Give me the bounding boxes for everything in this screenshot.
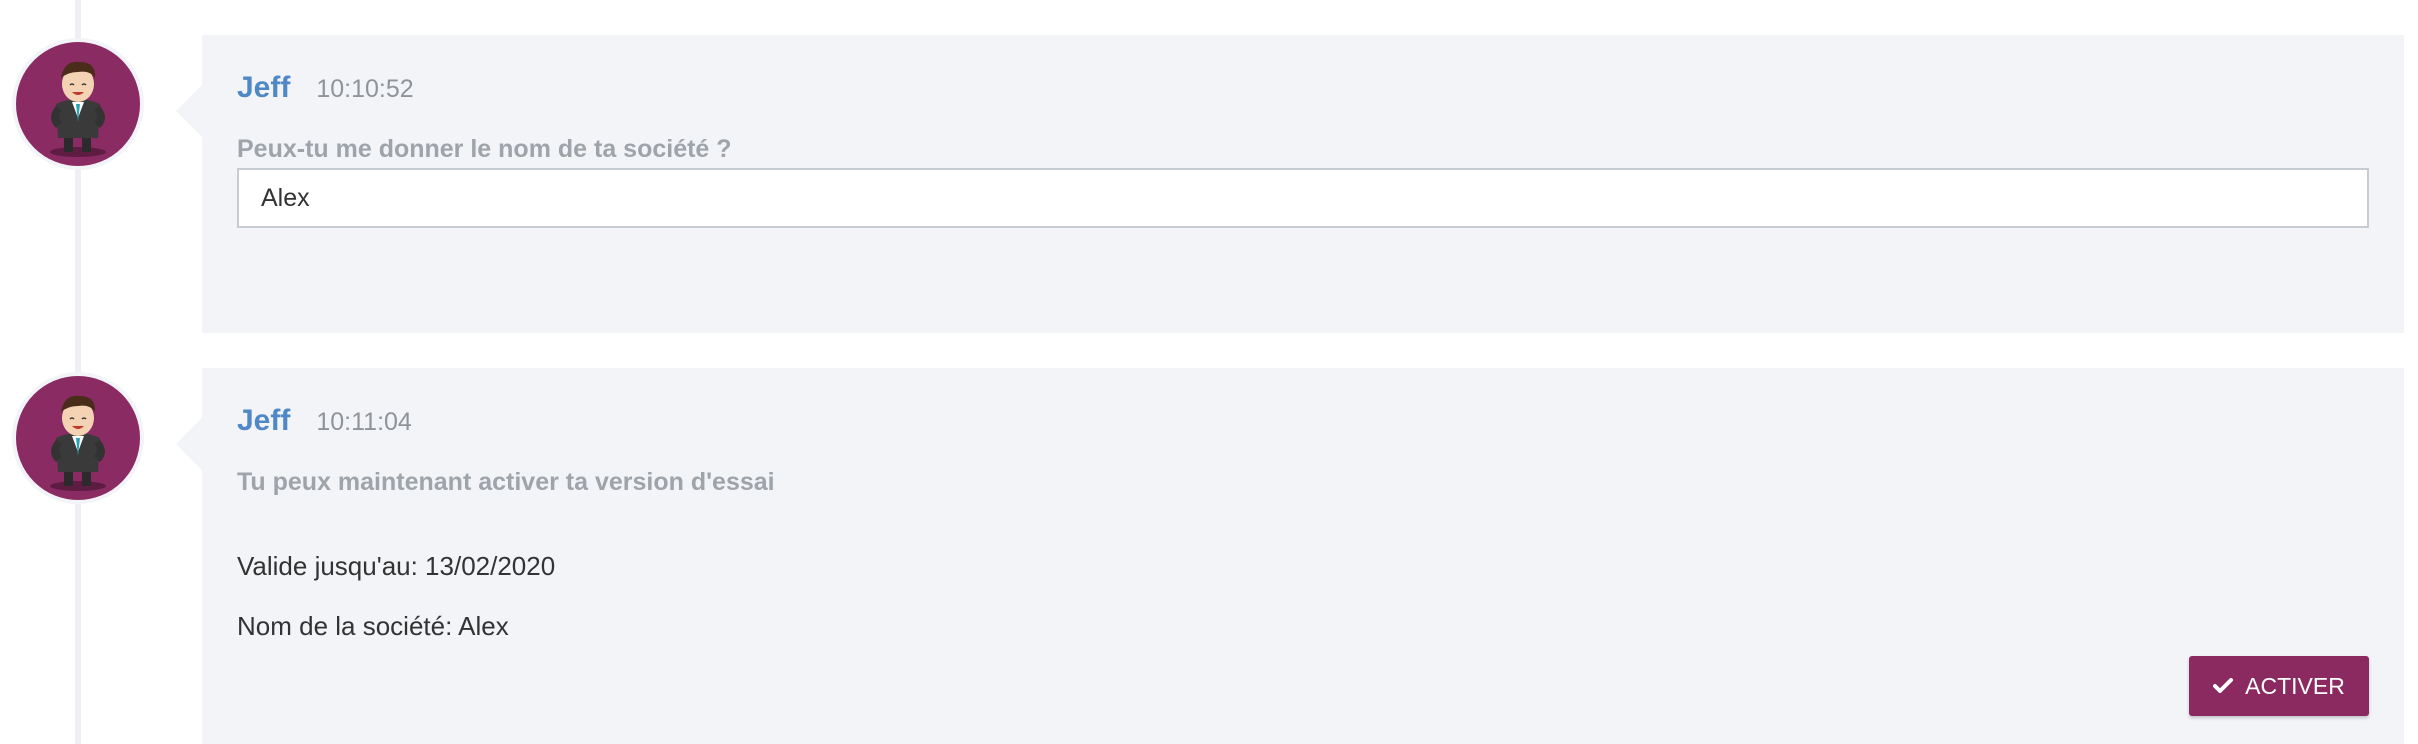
avatar xyxy=(12,372,144,504)
activate-button[interactable]: ACTIVER xyxy=(2189,656,2369,716)
question-label: Peux-tu me donner le nom de ta société ? xyxy=(237,135,732,163)
author-name: Jeff xyxy=(237,404,291,437)
businessman-avatar-icon xyxy=(50,61,106,157)
valid-until-text: Valide jusqu'au: 13/02/2020 xyxy=(237,551,556,581)
businessman-avatar-icon xyxy=(50,395,106,491)
message-time: 10:11:04 xyxy=(316,408,412,436)
message-time: 10:10:52 xyxy=(316,75,414,103)
check-icon xyxy=(2213,673,2234,700)
company-name-input[interactable]: Alex xyxy=(237,168,2369,228)
chat-message: Jeff 10:11:04 Tu peux maintenant activer… xyxy=(176,368,2404,744)
avatar xyxy=(12,38,144,170)
company-name-text: Nom de la société: Alex xyxy=(237,611,509,641)
author-name: Jeff xyxy=(237,71,291,104)
activate-button-label: ACTIVER xyxy=(2245,672,2345,699)
message-header: Jeff 10:11:04 xyxy=(237,404,412,438)
prompt-label: Tu peux maintenant activer ta version d'… xyxy=(237,468,775,496)
message-header: Jeff 10:10:52 xyxy=(237,71,414,105)
chat-message: Jeff 10:10:52 Peux-tu me donner le nom d… xyxy=(176,35,2404,333)
